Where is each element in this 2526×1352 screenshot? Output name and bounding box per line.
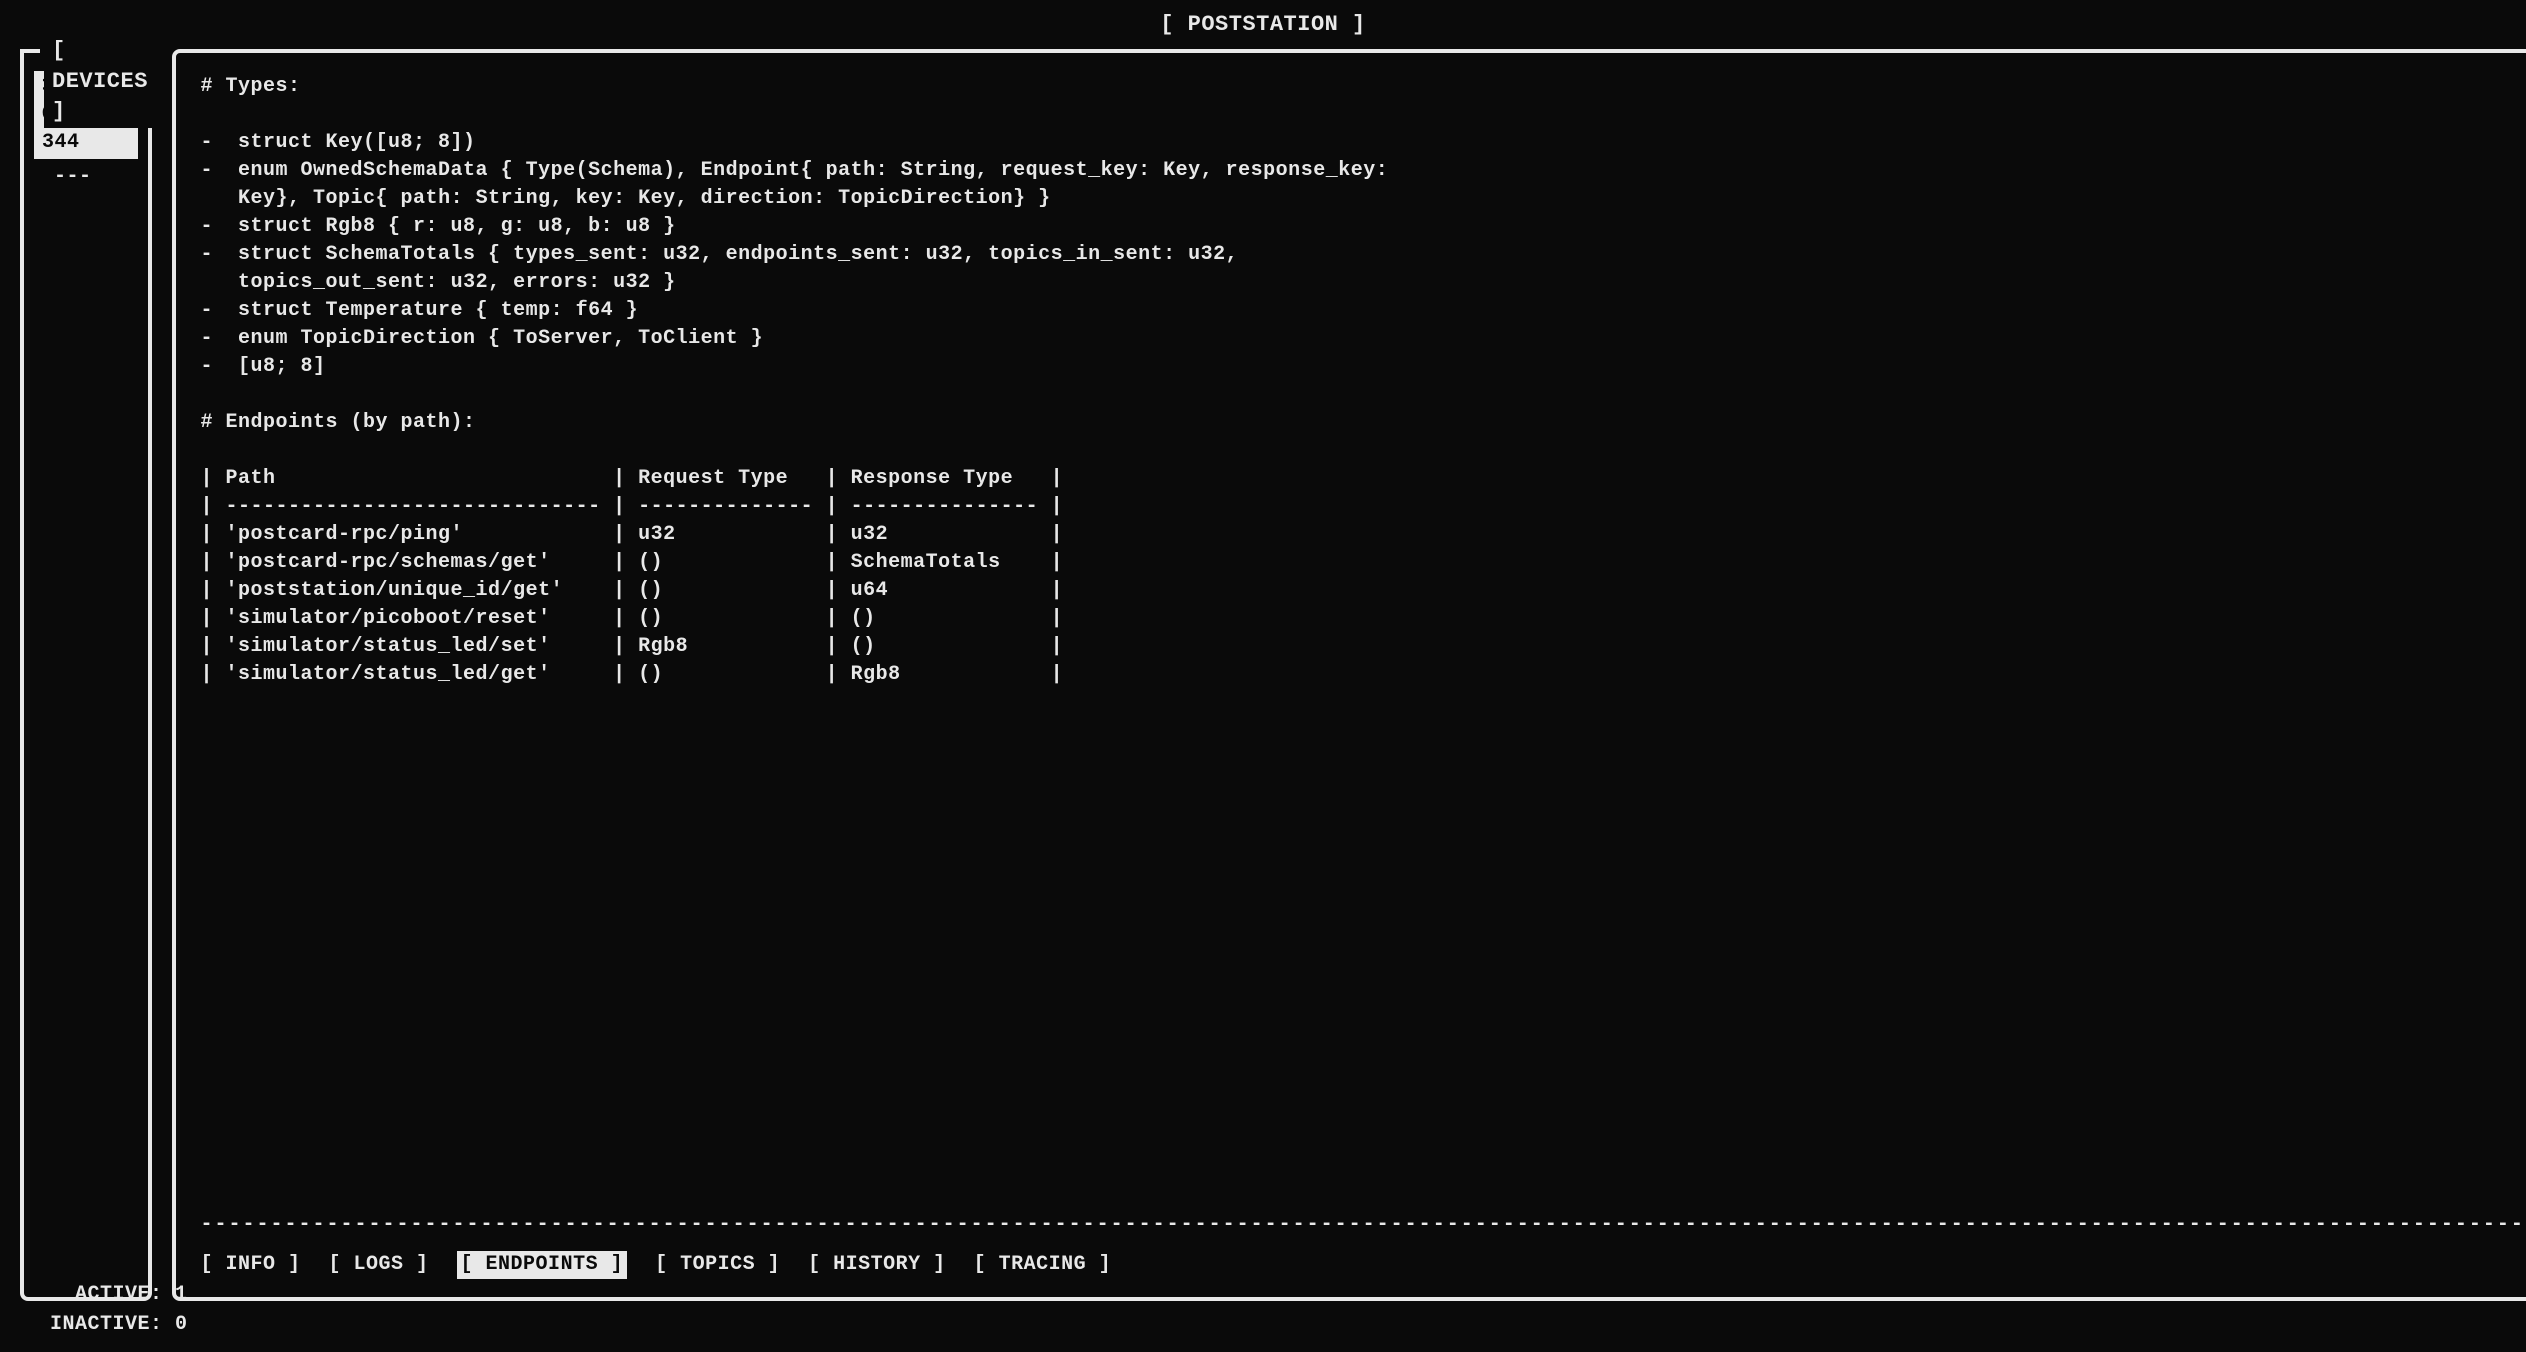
tab-endpoints[interactable]: [ ENDPOINTS ]	[457, 1251, 628, 1279]
content-line: - enum OwnedSchemaData { Type(Schema), E…	[201, 157, 2526, 185]
content-line: # Types:	[201, 73, 2526, 101]
content-line	[201, 437, 2526, 465]
content-line: - struct SchemaTotals { types_sent: u32,…	[201, 241, 2526, 269]
content-line: | 'poststation/unique_id/get' | () | u64…	[201, 577, 2526, 605]
active-label: ACTIVE:	[75, 1283, 163, 1306]
content-line: | Path | Request Type | Response Type |	[201, 465, 2526, 493]
tab-history[interactable]: [ HISTORY ]	[808, 1251, 946, 1279]
inactive-count: 0	[175, 1313, 188, 1336]
tab-info[interactable]: [ INFO ]	[201, 1251, 301, 1279]
content-line: - [u8; 8]	[201, 353, 2526, 381]
content-line: - enum TopicDirection { ToServer, ToClie…	[201, 325, 2526, 353]
content-line: - struct Rgb8 { r: u8, g: u8, b: u8 }	[201, 213, 2526, 241]
content-line: | 'postcard-rpc/ping' | u32 | u32 |	[201, 521, 2526, 549]
content-line: Key}, Topic{ path: String, key: Key, dir…	[201, 185, 2526, 213]
main-container: [ DEVICES ] > QUIRKY-344 --- # Types: - …	[0, 49, 2526, 1301]
content-line: | 'simulator/status_led/set' | Rgb8 | ()…	[201, 633, 2526, 661]
footer-status: ACTIVE: 1 INACTIVE: 0	[50, 1280, 188, 1340]
main-panel: # Types: - struct Key([u8; 8])- enum Own…	[172, 49, 2526, 1301]
tab-bar: [ INFO ] [ LOGS ] [ ENDPOINTS ] [ TOPICS ] […	[201, 1247, 2526, 1287]
content-line	[201, 381, 2526, 409]
content-line: topics_out_sent: u32, errors: u32 }	[201, 269, 2526, 297]
tab-divider: ----------------------------------------…	[201, 1211, 2526, 1239]
active-count: 1	[175, 1283, 188, 1306]
sidebar-title: [ DEVICES ]	[52, 38, 148, 125]
content-line	[201, 101, 2526, 129]
tab-tracing[interactable]: [ TRACING ]	[974, 1251, 1112, 1279]
content-line: - struct Key([u8; 8])	[201, 129, 2526, 157]
tab-topics[interactable]: [ TOPICS ]	[655, 1251, 780, 1279]
device-divider: ---	[34, 161, 138, 193]
tab-logs[interactable]: [ LOGS ]	[329, 1251, 429, 1279]
inactive-label: INACTIVE:	[50, 1313, 163, 1336]
content-line: | 'simulator/picoboot/reset' | () | () |	[201, 605, 2526, 633]
content-line: | 'simulator/status_led/get' | () | Rgb8…	[201, 661, 2526, 689]
content-line: | ------------------------------ | -----…	[201, 493, 2526, 521]
content-area: # Types: - struct Key([u8; 8])- enum Own…	[201, 73, 2526, 1201]
content-line: - struct Temperature { temp: f64 }	[201, 297, 2526, 325]
content-line: | 'postcard-rpc/schemas/get' | () | Sche…	[201, 549, 2526, 577]
devices-sidebar: [ DEVICES ] > QUIRKY-344 ---	[20, 49, 152, 1301]
content-line: # Endpoints (by path):	[201, 409, 2526, 437]
app-title: [ POSTSTATION ]	[0, 0, 2526, 49]
